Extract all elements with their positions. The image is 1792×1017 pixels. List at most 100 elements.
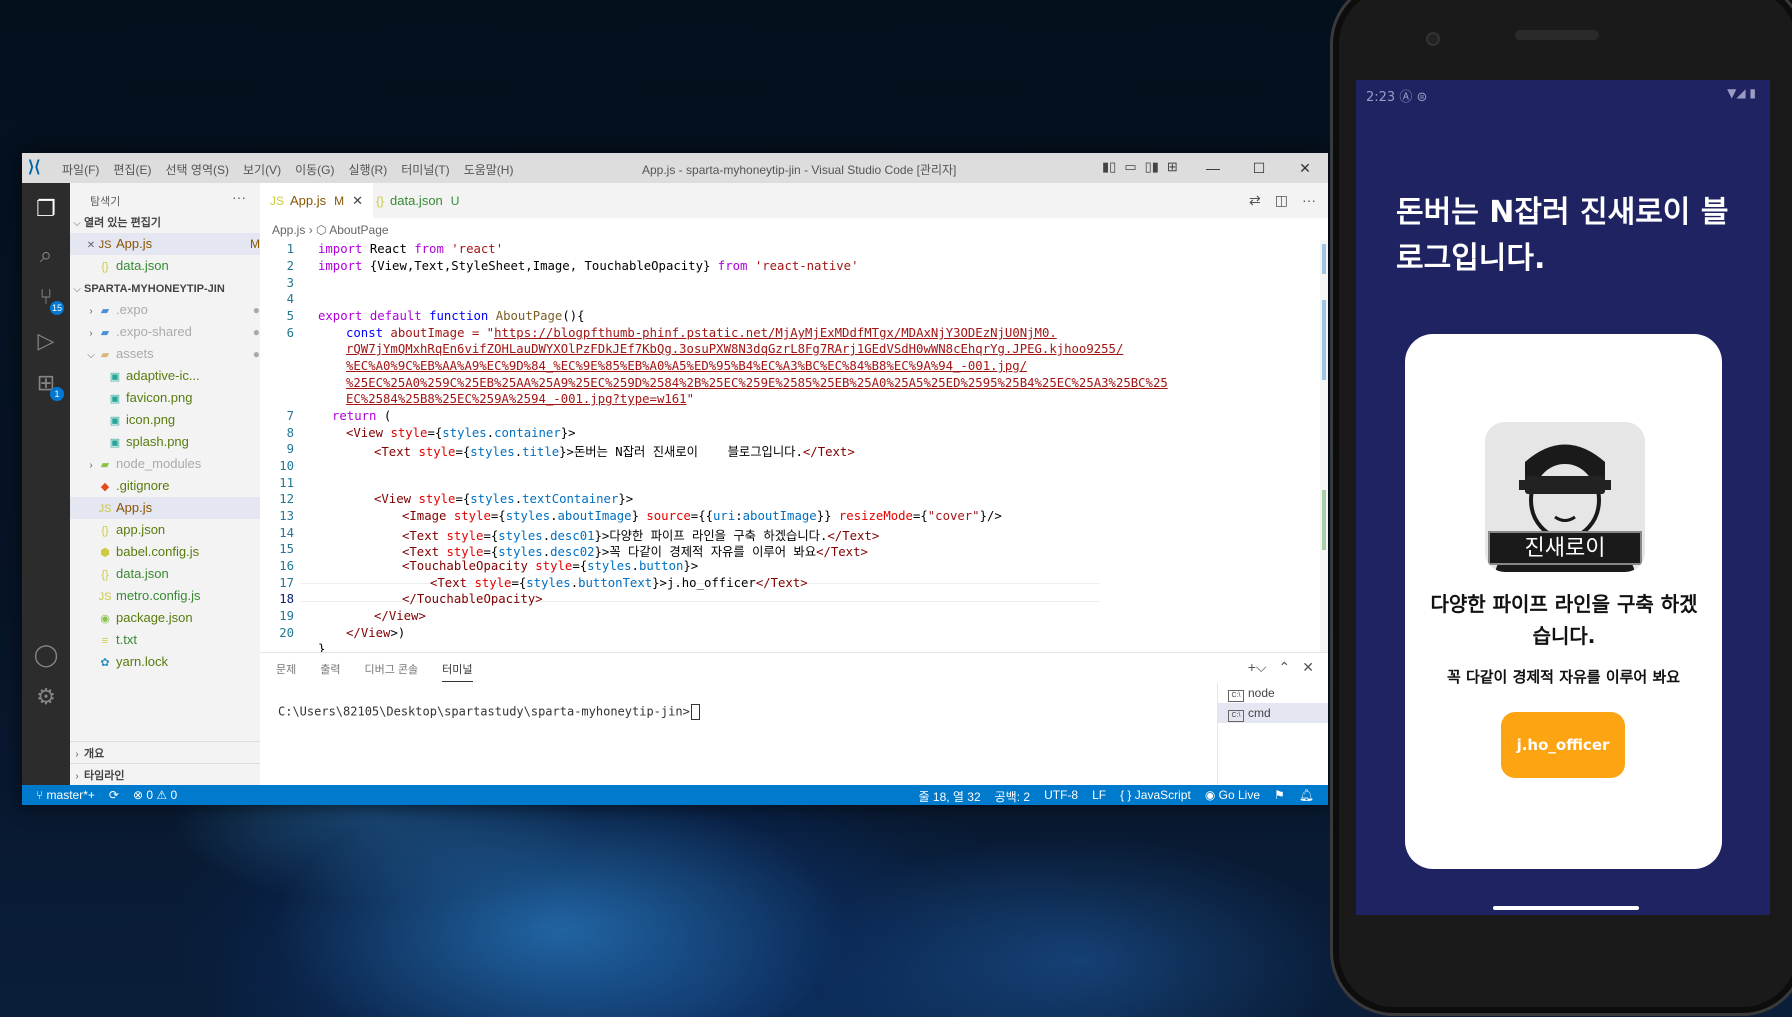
home-indicator[interactable]	[1493, 906, 1639, 910]
editor-scrollbar[interactable]	[1320, 240, 1328, 652]
language-mode[interactable]: { } JavaScript	[1120, 788, 1191, 805]
line-number: 5	[286, 309, 294, 323]
tree-file[interactable]: {}app.jsonA	[70, 519, 288, 541]
tree-folder[interactable]: › ▰ .expo ●	[70, 299, 274, 321]
menu-terminal[interactable]: 터미널(T)	[401, 161, 449, 178]
branch-status[interactable]: ⑂ master*+	[36, 788, 95, 802]
menu-view[interactable]: 보기(V)	[243, 161, 281, 178]
terminal-output[interactable]: C:\Users\82105\Desktop\spartastudy\spart…	[278, 704, 700, 720]
outline-header[interactable]: › 개요	[70, 741, 260, 764]
tree-file[interactable]: ✿yarn.lockA	[70, 651, 288, 673]
code-line: import React from 'react'	[318, 242, 504, 256]
terminal-item-node[interactable]: C:\ node	[1218, 683, 1328, 703]
open-editors-header[interactable]: ⌵ 열려 있는 편집기	[70, 211, 260, 233]
maximize-icon[interactable]: ☐	[1236, 153, 1282, 183]
terminal-cursor	[690, 704, 700, 720]
tree-file[interactable]: JSApp.jsM	[70, 497, 288, 519]
tab-data-json[interactable]: {} data.json U	[366, 183, 469, 218]
open-editor-item[interactable]: ✕ JS App.js M	[70, 233, 274, 255]
tree-file[interactable]: ⬢babel.config.jsA	[70, 541, 288, 563]
toggle-panel-icon[interactable]: ▭	[1124, 159, 1136, 175]
activity-bar: ❐ ⌕ ⑂ 15 ▷ ⊞ 1 ◯ ⚙	[22, 183, 70, 785]
feedback-icon[interactable]: ⚑	[1274, 788, 1285, 805]
line-number: 10	[279, 459, 294, 473]
menu-edit[interactable]: 편집(E)	[113, 161, 151, 178]
phone-status-bar: 2:23 Ⓐ ⊜	[1366, 86, 1427, 105]
tab-debug-console[interactable]: 디버그 콘솔	[365, 661, 419, 682]
panel-tabs: 문제 출력 디버그 콘솔 터미널	[276, 661, 473, 682]
close-icon[interactable]: ✕	[1282, 153, 1328, 183]
problems-status[interactable]: ⊗ 0 ⚠ 0	[133, 788, 177, 802]
more-actions-icon[interactable]: ···	[1302, 192, 1316, 209]
encoding-status[interactable]: UTF-8	[1044, 788, 1078, 805]
settings-gear-icon[interactable]: ⚙	[32, 683, 60, 711]
tab-problems[interactable]: 문제	[276, 661, 296, 682]
code-editor[interactable]: 1 2 3 4 5 6 7 8 9 10 11 12 13 14 15 16 1…	[260, 240, 1328, 652]
tab-app-js[interactable]: JS App.js M ✕	[260, 183, 374, 218]
menu-run[interactable]: 실행(R)	[348, 161, 387, 178]
eol-status[interactable]: LF	[1092, 788, 1106, 805]
tree-file[interactable]: {}data.jsonU	[70, 563, 288, 585]
tree-file[interactable]: ≡t.txtU	[70, 629, 288, 651]
vscode-logo-icon[interactable]: ⟩⟨	[28, 159, 48, 177]
status-bar: ⑂ master*+ ⟳ ⊗ 0 ⚠ 0 줄 18, 열 32 공백: 2 UT…	[22, 785, 1328, 805]
explorer-icon[interactable]: ❐	[32, 195, 60, 223]
close-tab-icon[interactable]: ✕	[352, 193, 363, 208]
close-panel-icon[interactable]: ✕	[1302, 659, 1314, 676]
sync-icon[interactable]: ⟳	[109, 788, 119, 802]
go-live-button[interactable]: ◉ Go Live	[1205, 788, 1260, 805]
image-file-icon: ▣	[109, 415, 121, 427]
menu-selection[interactable]: 선택 영역(S)	[165, 161, 229, 178]
timeline-header[interactable]: › 타임라인	[70, 763, 260, 786]
branch-icon: ⑂	[36, 788, 44, 802]
compare-changes-icon[interactable]: ⇄	[1249, 192, 1261, 209]
terminal-list: C:\ node C:\ cmd	[1217, 683, 1328, 786]
code-line-wrap: EC%2584%25B8%25EC%259A%2594_-001.jpg?typ…	[346, 392, 694, 406]
close-editor-icon[interactable]: ✕	[84, 235, 98, 257]
window-controls: — ☐ ✕	[1190, 153, 1328, 183]
open-editor-item[interactable]: {}data.jsonU	[70, 255, 288, 277]
officer-button[interactable]: j.ho_officer	[1501, 712, 1625, 778]
tab-terminal[interactable]: 터미널	[442, 661, 473, 682]
breadcrumb-symbol[interactable]: AboutPage	[329, 223, 388, 237]
code-line: <Image style={styles.aboutImage} source=…	[402, 509, 1002, 523]
notifications-icon[interactable]: 🔔︎	[1299, 788, 1314, 805]
toggle-secondary-sidebar-icon[interactable]: ▯▮	[1145, 159, 1159, 175]
customize-layout-icon[interactable]: ⊞	[1167, 159, 1178, 175]
maximize-panel-icon[interactable]: ⌃	[1279, 659, 1291, 676]
line-number: 3	[286, 276, 294, 290]
source-control-icon[interactable]: ⑂ 15	[32, 283, 64, 315]
extensions-icon[interactable]: ⊞ 1	[32, 369, 64, 401]
tree-file[interactable]: JSmetro.config.jsU	[70, 585, 288, 607]
new-terminal-icon[interactable]: +⌵	[1248, 659, 1267, 676]
indentation-status[interactable]: 공백: 2	[995, 788, 1030, 805]
run-debug-icon[interactable]: ▷	[32, 327, 60, 355]
npm-file-icon: ◉	[100, 613, 110, 625]
chevron-right-icon: ›	[89, 328, 93, 339]
git-icon: ◆	[100, 481, 110, 493]
menu-help[interactable]: 도움말(H)	[464, 161, 514, 178]
explorer-more-icon[interactable]: ···	[232, 189, 246, 205]
tree-folder[interactable]: › ▰ .expo-shared ●	[70, 321, 274, 343]
babel-file-icon: ⬢	[100, 547, 110, 559]
toggle-sidebar-icon[interactable]: ▮▯	[1102, 159, 1116, 175]
android-emulator: 2:23 Ⓐ ⊜ ▼◢ ▮ 돈버는 N잡러 진새로이 블로그입니다. 진새로이 …	[1330, 0, 1792, 1017]
code-line: <Text style={styles.desc02}>꼭 다같이 경제적 자유…	[402, 545, 868, 559]
tab-output[interactable]: 출력	[320, 661, 340, 682]
account-icon[interactable]: ◯	[32, 641, 60, 669]
breadcrumb-file[interactable]: App.js	[272, 223, 305, 237]
cursor-position[interactable]: 줄 18, 열 32	[919, 788, 981, 805]
tree-file[interactable]: ◉package.jsonA	[70, 607, 288, 629]
tree-folder[interactable]: › ▰ node_modules	[70, 453, 274, 475]
project-header[interactable]: ⌵ SPARTA-MYHONEYTIP-JIN	[70, 277, 260, 299]
line-number: 7	[286, 409, 294, 423]
minimize-icon[interactable]: —	[1190, 153, 1236, 183]
tree-folder[interactable]: ⌵ ▰ assets ●	[70, 343, 274, 365]
terminal-item-cmd[interactable]: C:\ cmd	[1218, 703, 1328, 723]
tree-file[interactable]: ◆.gitignoreA	[70, 475, 288, 497]
menu-go[interactable]: 이동(G)	[295, 161, 334, 178]
window-title: App.js - sparta-myhoneytip-jin - Visual …	[642, 163, 957, 177]
split-editor-icon[interactable]: ◫	[1275, 192, 1288, 209]
search-icon[interactable]: ⌕	[32, 241, 60, 269]
menu-file[interactable]: 파일(F)	[62, 161, 99, 178]
